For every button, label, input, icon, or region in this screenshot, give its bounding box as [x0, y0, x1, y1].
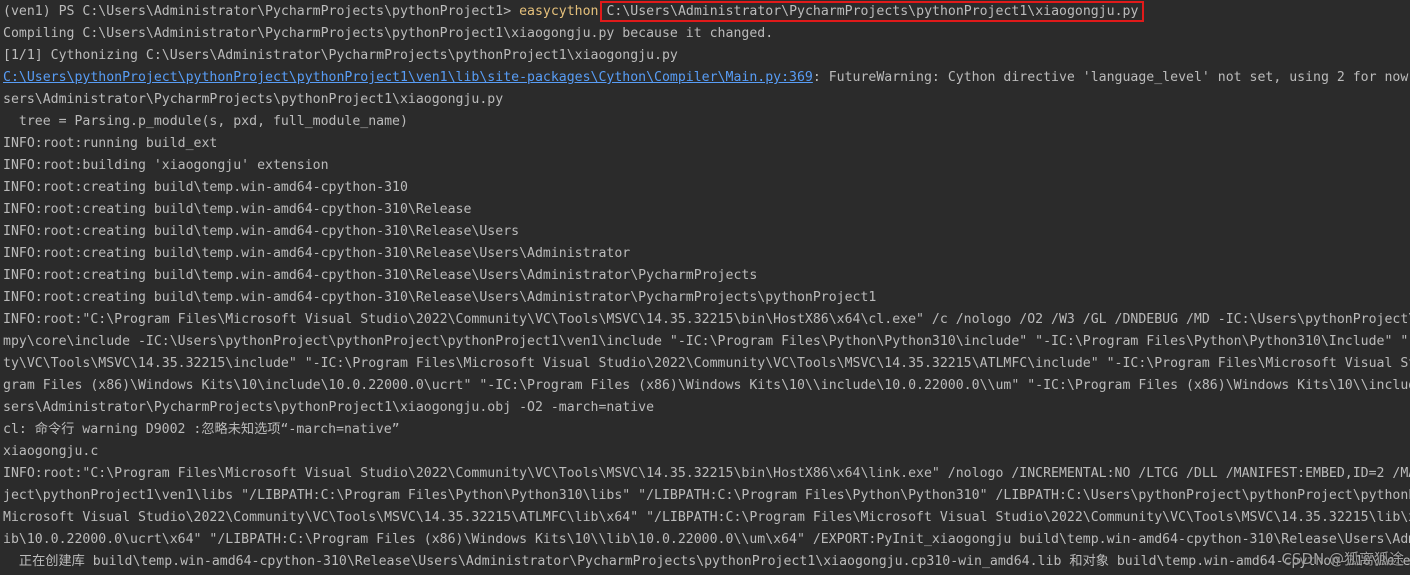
- output-line: INFO:root:creating build\temp.win-amd64-…: [3, 180, 408, 195]
- output-line: INFO:root:running build_ext: [3, 136, 218, 151]
- prompt-line: (ven1) PS C:\Users\Administrator\Pycharm…: [3, 1, 1410, 23]
- output-line: INFO:root:"C:\Program Files\Microsoft Vi…: [3, 312, 1410, 327]
- prompt: (ven1) PS C:\Users\Administrator\Pycharm…: [3, 4, 520, 19]
- output-line: ject\pythonProject1\ven1\libs "/LIBPATH:…: [3, 488, 1410, 503]
- output-line: cl: 命令行 warning D9002 :忽略未知选项“-march=nat…: [3, 422, 400, 437]
- output-line: sers\Administrator\PycharmProjects\pytho…: [3, 92, 504, 107]
- output-line: INFO:root:creating build\temp.win-amd64-…: [3, 290, 877, 305]
- output-line: INFO:root:"C:\Program Files\Microsoft Vi…: [3, 466, 1410, 481]
- warning-line: C:\Users\pythonProject\pythonProject\pyt…: [3, 67, 1410, 89]
- output-line: INFO:root:creating build\temp.win-amd64-…: [3, 224, 520, 239]
- output-line: [1/1] Cythonizing C:\Users\Administrator…: [3, 48, 678, 63]
- output-line: INFO:root:creating build\temp.win-amd64-…: [3, 268, 758, 283]
- output-line: Compiling C:\Users\Administrator\Pycharm…: [3, 26, 774, 41]
- output-line: mpy\core\include -IC:\Users\pythonProjec…: [3, 334, 1410, 349]
- output-line: ib\10.0.22000.0\ucrt\x64" "/LIBPATH:C:\P…: [3, 532, 1410, 547]
- output-line: tree = Parsing.p_module(s, pxd, full_mod…: [3, 114, 408, 129]
- output-line: gram Files (x86)\Windows Kits\10\include…: [3, 378, 1410, 393]
- watermark: CSDN @狐离狐途: [1281, 550, 1404, 568]
- terminal-output[interactable]: (ven1) PS C:\Users\Administrator\Pycharm…: [0, 0, 1410, 575]
- command: easycython: [519, 4, 599, 19]
- output-line: xiaogongju.c: [3, 444, 99, 459]
- output-line: sers\Administrator\PycharmProjects\pytho…: [3, 400, 655, 415]
- warning-text: : FutureWarning: Cython directive 'langu…: [812, 70, 1409, 85]
- output-line: Microsoft Visual Studio\2022\Community\V…: [3, 510, 1410, 525]
- output-line: ty\VC\Tools\MSVC\14.35.32215\include" "-…: [3, 356, 1410, 371]
- highlighted-argument: C:\Users\Administrator\PycharmProjects\p…: [600, 1, 1145, 22]
- output-line: INFO:root:building 'xiaogongju' extensio…: [3, 158, 329, 173]
- output-line: 正在创建库 build\temp.win-amd64-cpython-310\R…: [18, 554, 1410, 569]
- output-line: INFO:root:creating build\temp.win-amd64-…: [3, 202, 472, 217]
- output-line: INFO:root:creating build\temp.win-amd64-…: [3, 246, 631, 261]
- source-file-link[interactable]: C:\Users\pythonProject\pythonProject\pyt…: [3, 70, 813, 85]
